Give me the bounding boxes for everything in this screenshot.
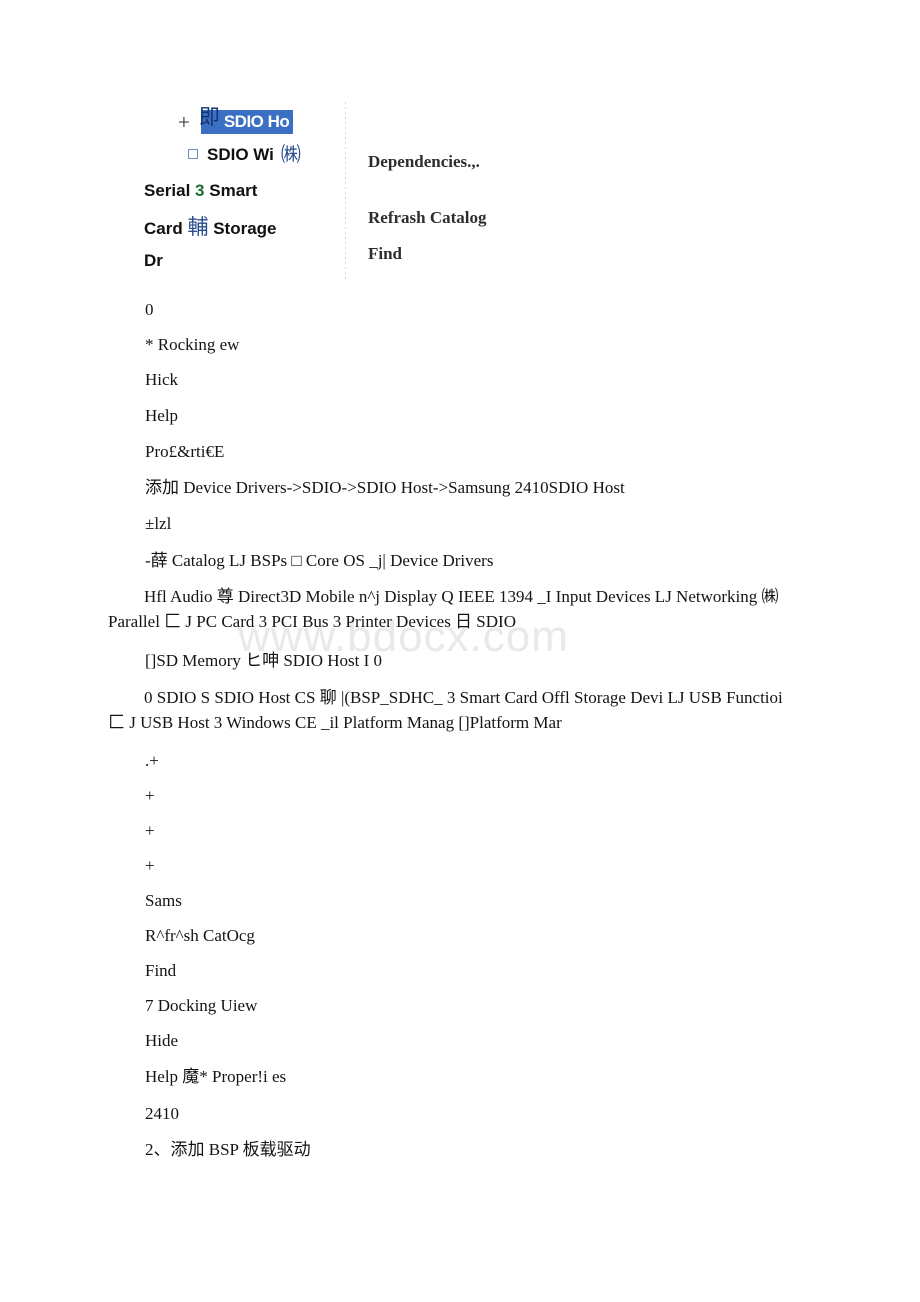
serial-count: 3 xyxy=(195,181,205,200)
body-line-find: Find xyxy=(145,961,177,980)
body-line-add-bsp-driver: 2、添加 BSP 板载驱动 xyxy=(145,1140,311,1159)
body-line-add-device-drivers: 添加 Device Drivers->SDIO->SDIO Host->Sams… xyxy=(145,478,625,497)
tree-node-card-storage[interactable]: Card 輔 Storage xyxy=(144,217,277,238)
menu-item-refresh-catalog[interactable]: Refrash Catalog xyxy=(368,208,487,228)
body-paragraph-sdio-host-cs: 0 SDIO S SDIO Host CS 聊 |(BSP_SDHC_ 3 Sm… xyxy=(108,688,783,732)
tree-node-sdio-host[interactable]: + 即 SDIO Ho xyxy=(178,105,294,134)
body-line-sams: Sams xyxy=(145,891,182,910)
body-line-help: Help xyxy=(145,406,179,425)
body-line-plus-0: .+ xyxy=(145,751,159,770)
body-line-hide: Hide xyxy=(145,1031,179,1050)
body-line-sd-memory: []SD Memory ヒ呻 SDIO Host I 0 xyxy=(145,651,383,670)
embedded-screenshot-figure: + 即 SDIO Ho SDIO Wi ㈱ Serial 3 Smart Car… xyxy=(140,100,560,285)
document-page: www.bdocx.com + 即 SDIO Ho SDIO Wi ㈱ Seri… xyxy=(0,0,920,1302)
kabushiki-mark-icon: ㈱ xyxy=(280,142,301,166)
tree-node-serial-smart[interactable]: Serial 3 Smart xyxy=(144,182,257,199)
body-line-refresh-catalog: R^fr^sh CatOcg xyxy=(145,926,255,945)
body-line-properties: Pro£&rti€E xyxy=(145,442,225,461)
tree-node-label-wifi: SDIO Wi xyxy=(207,144,274,164)
body-line-catalog-bsps: -薛 Catalog LJ BSPs □ Core OS _j| Device … xyxy=(145,551,494,570)
selection-highlight[interactable]: 即 SDIO Ho xyxy=(198,105,294,134)
body-line-hick: Hick xyxy=(145,370,179,389)
body-line-2410: 2410 xyxy=(145,1104,179,1123)
body-line-help-properties: Help 魔* Proper!i es xyxy=(145,1067,287,1086)
body-line-plus-1: + xyxy=(145,786,155,805)
checkbox-icon[interactable] xyxy=(188,149,198,159)
card-label: Card xyxy=(144,219,183,238)
body-paragraph-device-tree: Hfl Audio 尊 Direct3D Mobile n^j Display … xyxy=(108,587,779,631)
card-cjk-glyph: 輔 xyxy=(187,215,209,239)
menu-item-find[interactable]: Find xyxy=(368,244,402,264)
body-line-rocking: * Rocking ew xyxy=(145,335,240,354)
storage-label: Storage xyxy=(213,219,277,238)
body-line-plus-2: + xyxy=(145,821,155,840)
overlay-cjk-glyph: 即 xyxy=(198,105,220,129)
tree-node-dr[interactable]: Dr xyxy=(144,252,163,269)
body-line-0: 0 xyxy=(145,300,154,319)
expand-plus-icon[interactable]: + xyxy=(178,111,190,133)
tree-node-sdio-wifi[interactable]: SDIO Wi ㈱ xyxy=(188,144,301,164)
serial-label: Serial xyxy=(144,181,191,200)
body-line-plus-3: + xyxy=(145,856,155,875)
figure-vertical-divider xyxy=(345,102,346,282)
body-line-docking-view: 7 Docking Uiew xyxy=(145,996,258,1015)
menu-item-dependencies[interactable]: Dependencies.,. xyxy=(368,152,480,172)
body-line-lzl: ±lzl xyxy=(145,514,172,533)
smart-label: Smart xyxy=(209,181,258,200)
